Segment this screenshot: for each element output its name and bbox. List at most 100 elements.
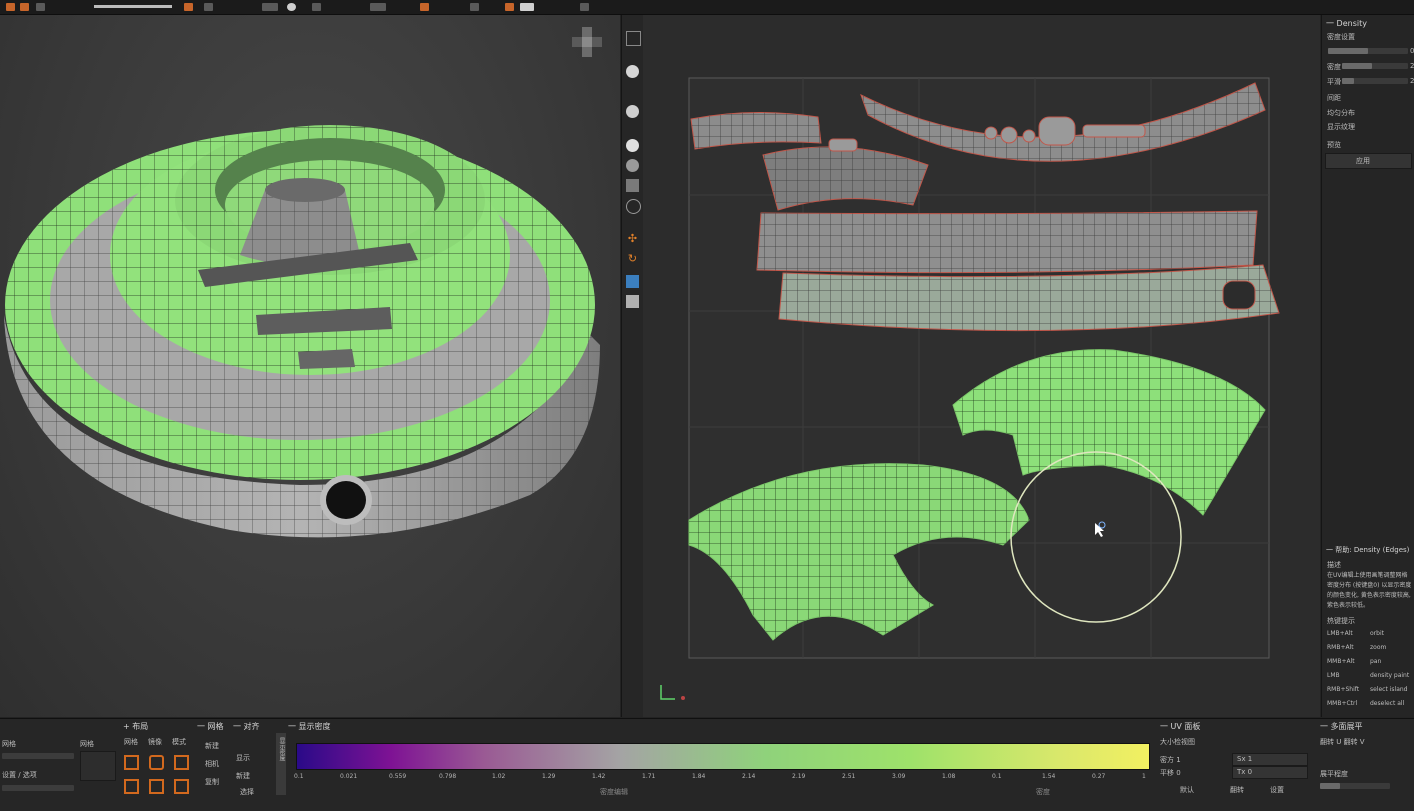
density-tick: 0.559	[389, 773, 407, 780]
section-title: 一 网格	[197, 722, 224, 731]
tool-icon[interactable]	[262, 3, 278, 11]
wire-icon[interactable]	[626, 199, 641, 214]
grid-option[interactable]: 新建	[205, 741, 219, 751]
param-value: 2	[1410, 77, 1414, 85]
layout-icon[interactable]	[174, 755, 189, 770]
action-flip[interactable]: 翻转	[1230, 785, 1244, 795]
layout-icon[interactable]	[124, 779, 139, 794]
tool-icon[interactable]	[520, 3, 534, 11]
3d-viewport[interactable]	[0, 15, 620, 717]
layout-icon[interactable]	[626, 295, 639, 308]
tool-icon[interactable]	[580, 3, 589, 11]
hotkeys-title: 热键提示	[1327, 617, 1355, 625]
layout-icon[interactable]	[174, 779, 189, 794]
uv-field-label: 密方 1	[1160, 756, 1181, 764]
uv-viewport[interactable]	[643, 15, 1320, 717]
density-tick: 1.29	[542, 773, 556, 780]
density-tick: 1.71	[642, 773, 656, 780]
section-title: 一 显示密度	[288, 722, 331, 731]
caption: 密度编辑	[600, 788, 628, 796]
left-slider[interactable]	[2, 785, 74, 791]
hotkey-value: density paint	[1370, 672, 1410, 679]
vertical-tab[interactable]: 显示密度	[276, 733, 286, 795]
texture-icon[interactable]	[626, 179, 639, 192]
param-slider-0[interactable]	[1328, 48, 1408, 54]
density-tick: 3.09	[892, 773, 906, 780]
left-slider[interactable]	[2, 753, 74, 759]
action-settings[interactable]: 设置	[1270, 785, 1284, 795]
help-subtitle: 描述	[1327, 561, 1341, 569]
mesh-label: 网格	[2, 740, 16, 748]
caption: 选择	[240, 788, 254, 796]
hotkey-key: RMB+Alt	[1327, 644, 1354, 651]
param-value: 2	[1410, 62, 1414, 70]
flatten-panel-title: 一 多面展平	[1320, 722, 1363, 731]
density-tick: 0.798	[439, 773, 457, 780]
tool-icon[interactable]	[370, 3, 386, 11]
flatten-slider[interactable]	[1320, 783, 1390, 789]
properties-panel: 一 Density 密度设置 0 密度 2 平滑 2 间距 均匀分布 显示纹理 …	[1321, 15, 1414, 717]
link-icon[interactable]	[626, 275, 639, 288]
grid-option[interactable]: 相机	[205, 759, 219, 769]
uv-panel-title: 一 UV 面板	[1160, 722, 1201, 731]
apply-button[interactable]: 应用	[1325, 153, 1412, 169]
param-slider-2[interactable]	[1342, 78, 1408, 84]
hotkey-key: MMB+Alt	[1327, 658, 1355, 665]
param-value: 0	[1410, 47, 1414, 55]
align-option[interactable]: 新建	[236, 771, 250, 781]
flatten-amount-label: 展平程度	[1320, 770, 1348, 778]
hotkey-key: RMB+Shift	[1327, 686, 1360, 693]
layout-icon[interactable]	[149, 779, 164, 794]
frame-icon[interactable]	[626, 31, 641, 46]
tool-icon[interactable]	[505, 3, 514, 11]
uv-offset-field[interactable]: Tx 0	[1232, 766, 1308, 779]
option-item[interactable]: 均匀分布	[1327, 108, 1355, 118]
density-tick: 2.51	[842, 773, 856, 780]
layout-icon[interactable]	[124, 755, 139, 770]
tool-icon[interactable]	[470, 3, 479, 11]
param-slider-1[interactable]	[1342, 63, 1408, 69]
action-default[interactable]: 默认	[1180, 785, 1194, 795]
top-toolbar	[0, 0, 1414, 15]
flatten-flip-options[interactable]: 翻转 U 翻转 V	[1320, 737, 1365, 747]
column-label: 网格	[80, 740, 94, 748]
uv-scale-field[interactable]: Sx 1	[1232, 753, 1308, 766]
uv-panel-sub: 大小检视图	[1160, 738, 1195, 746]
option-item[interactable]: 显示纹理	[1327, 122, 1355, 132]
align-option[interactable]: 显示	[236, 753, 250, 763]
material-icon[interactable]	[287, 3, 296, 11]
shaded-sphere-icon[interactable]	[626, 139, 639, 152]
help-description: 在UV编辑上使用画笔调整网格密度分布 (按键盘0) 以显示密度的颜色变化, 黄色…	[1327, 572, 1412, 609]
density-tick: 0.1	[992, 773, 1002, 780]
tool-icon[interactable]	[420, 3, 429, 11]
tool-icon[interactable]	[20, 3, 29, 11]
caption: 密度	[1036, 788, 1050, 796]
3d-model-render	[4, 27, 602, 538]
tool-icon[interactable]	[6, 3, 15, 11]
brush-size-slider[interactable]	[94, 5, 172, 8]
density-tick: 1.08	[942, 773, 956, 780]
density-tick: 1.84	[692, 773, 706, 780]
hotkey-value: orbit	[1370, 630, 1384, 637]
section-title: + 布局	[123, 722, 149, 731]
tool-icon[interactable]	[204, 3, 213, 11]
layout-icon[interactable]	[149, 755, 164, 770]
tool-icon[interactable]	[36, 3, 45, 11]
density-tick: 0.021	[340, 773, 358, 780]
option-item[interactable]: 预览	[1327, 140, 1341, 150]
checker-sphere-icon[interactable]	[626, 159, 639, 172]
grid-sphere-icon[interactable]	[626, 105, 639, 118]
rotate-icon[interactable]: ↻	[626, 252, 639, 265]
param-label: 平滑	[1327, 78, 1341, 86]
tool-icon[interactable]	[184, 3, 193, 11]
density-color-gradient[interactable]	[296, 743, 1150, 770]
grid-option[interactable]: 复制	[205, 777, 219, 787]
preview-thumbnail[interactable]	[80, 751, 116, 781]
sphere-icon[interactable]	[626, 65, 639, 78]
hotkey-value: deselect all	[1370, 700, 1405, 707]
tool-icon[interactable]	[312, 3, 321, 11]
move-icon[interactable]: ✣	[626, 232, 639, 245]
column-label: 网格	[124, 738, 138, 746]
uv-islands-render	[660, 77, 1280, 700]
option-item[interactable]: 间距	[1327, 93, 1341, 103]
